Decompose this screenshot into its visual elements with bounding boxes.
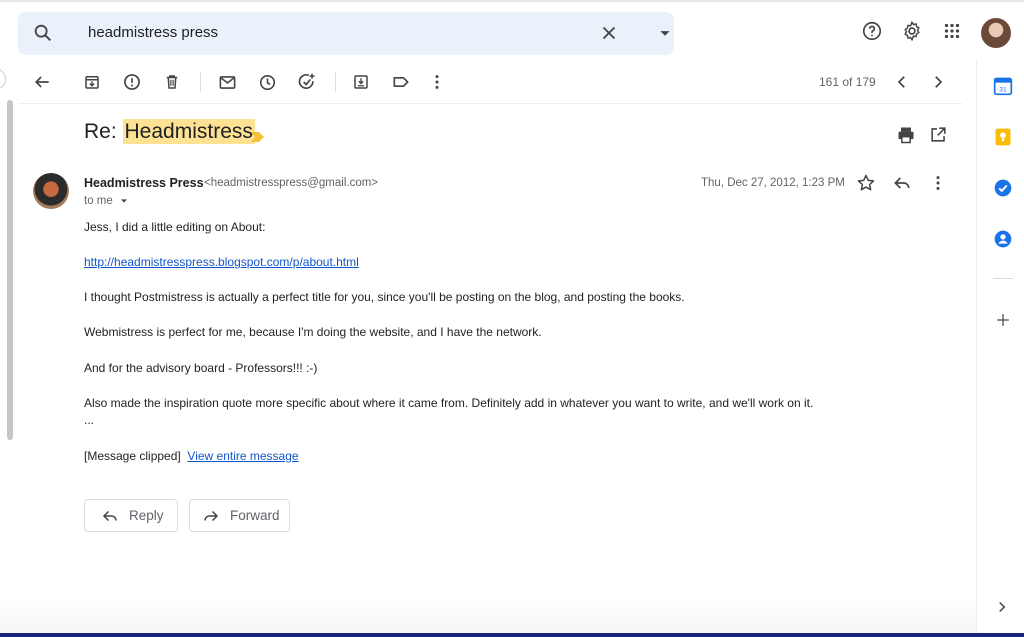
- subject-prefix: Re:: [84, 120, 123, 143]
- archive-icon[interactable]: [81, 71, 103, 93]
- delete-trash-icon[interactable]: [161, 71, 183, 93]
- account-avatar[interactable]: [981, 18, 1011, 48]
- forward-button[interactable]: Forward: [189, 499, 290, 532]
- sender-avatar[interactable]: [33, 173, 69, 209]
- body-line: Also made the inspiration quote more spe…: [84, 396, 814, 410]
- recipient-label: to me: [84, 195, 113, 207]
- report-spam-icon[interactable]: [121, 71, 143, 93]
- scrollbar-thumb[interactable]: [7, 100, 13, 440]
- contacts-icon[interactable]: [993, 229, 1013, 249]
- forward-icon: [204, 510, 219, 521]
- message-more-vert-icon[interactable]: [928, 173, 948, 198]
- sender-name[interactable]: Headmistress Press: [84, 176, 204, 190]
- body-line: Jess, I did a little editing on About:: [84, 220, 266, 234]
- pager-count: 161 of 179: [819, 75, 876, 89]
- top-bar: headmistress press: [0, 0, 1024, 60]
- older-chevron-right-icon[interactable]: [927, 71, 949, 93]
- move-to-icon[interactable]: [350, 71, 372, 93]
- tasks-icon[interactable]: [993, 178, 1013, 198]
- reply-arrow-icon[interactable]: [892, 173, 912, 198]
- add-to-tasks-icon[interactable]: [296, 71, 318, 93]
- search-icon[interactable]: [32, 22, 54, 44]
- expand-panel-chevron-icon[interactable]: [993, 598, 1013, 618]
- sender-email: <headmistresspress@gmail.com>: [204, 177, 379, 189]
- settings-gear-icon[interactable]: [901, 20, 923, 47]
- email-subject: Re: Headmistress: [84, 119, 255, 144]
- open-new-window-icon[interactable]: [929, 125, 948, 149]
- clipped-notice: [Message clipped]: [84, 449, 181, 463]
- message-toolbar: 161 of 179: [18, 60, 962, 104]
- view-entire-message-link[interactable]: View entire message: [187, 449, 298, 463]
- reply-icon: [102, 510, 117, 521]
- snooze-clock-icon[interactable]: [256, 71, 278, 93]
- important-marker-icon[interactable]: [251, 130, 265, 148]
- newer-chevron-left-icon[interactable]: [891, 71, 913, 93]
- subject-row: Re: Headmistress: [84, 119, 255, 144]
- search-input[interactable]: headmistress press: [88, 24, 218, 41]
- clear-search-icon[interactable]: [598, 22, 620, 44]
- about-page-link[interactable]: http://headmistresspress.blogspot.com/p/…: [84, 255, 359, 269]
- search-options-icon[interactable]: [654, 22, 676, 44]
- message-date: Thu, Dec 27, 2012, 1:23 PM: [701, 177, 845, 189]
- body-line: Webmistress is perfect for me, because I…: [84, 325, 542, 339]
- body-line: I thought Postmistress is actually a per…: [84, 290, 685, 304]
- more-vert-icon[interactable]: [426, 71, 448, 93]
- side-panel-divider: [993, 278, 1013, 279]
- add-addon-plus-icon[interactable]: [993, 310, 1013, 330]
- recipient-details[interactable]: to me: [84, 195, 129, 207]
- label-tag-icon[interactable]: [390, 71, 412, 93]
- body-line: And for the advisory board - Professors!…: [84, 361, 318, 375]
- star-icon[interactable]: [856, 173, 876, 198]
- toolbar-divider: [335, 72, 336, 92]
- calendar-icon[interactable]: 31: [993, 76, 1013, 96]
- search-bar[interactable]: headmistress press: [18, 12, 674, 55]
- taskbar-edge: [0, 633, 1024, 637]
- subject-highlight: Headmistress: [122, 119, 255, 144]
- reply-button[interactable]: Reply: [84, 499, 178, 532]
- reply-label: Reply: [129, 508, 164, 523]
- caret-down-icon[interactable]: [119, 196, 129, 206]
- back-arrow-icon[interactable]: [31, 71, 53, 93]
- svg-text:31: 31: [999, 86, 1007, 93]
- help-icon[interactable]: [861, 20, 883, 47]
- keep-icon[interactable]: [993, 127, 1013, 147]
- forward-label: Forward: [230, 508, 280, 523]
- body-ellipsis: ...: [84, 413, 95, 427]
- collapsed-panel-handle[interactable]: [0, 68, 6, 90]
- mark-unread-envelope-icon[interactable]: [216, 71, 238, 93]
- print-icon[interactable]: [896, 125, 916, 150]
- apps-grid-icon[interactable]: [941, 20, 963, 47]
- side-panel: 31: [976, 60, 1024, 637]
- toolbar-divider: [200, 72, 201, 92]
- bottom-fade: [0, 596, 976, 633]
